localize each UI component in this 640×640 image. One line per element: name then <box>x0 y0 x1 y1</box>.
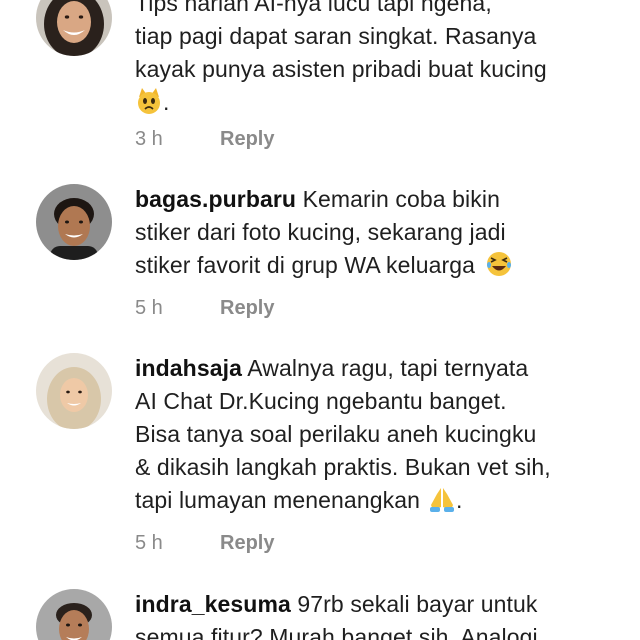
comment-text: Tips harian AI-nya lucu tapi ngena, tiap… <box>135 0 585 124</box>
comment-meta: 5 h Reply <box>135 297 274 320</box>
comment-line: semua fitur? Murah banget sih. Analogi <box>135 624 538 640</box>
comment-line-end: . <box>135 86 585 124</box>
avatar[interactable] <box>36 0 112 56</box>
comment-line-text: 97rb sekali bayar untuk <box>297 591 538 617</box>
comment-line-text: Awalnya ragu, tapi ternyata <box>247 355 529 381</box>
laughing-emoji-icon <box>485 250 513 287</box>
comments-page: Tips harian AI-nya lucu tapi ngena, tiap… <box>0 0 640 640</box>
comment-text: indra_kesuma 97rb sekali bayar untuk sem… <box>135 588 585 640</box>
comment-line: AI Chat Dr.Kucing ngebantu banget. <box>135 388 507 414</box>
reply-button[interactable]: Reply <box>220 128 274 151</box>
comment-username[interactable]: indahsaja <box>135 355 242 381</box>
comment-line: stiker favorit di grup WA keluarga <box>135 249 585 287</box>
reply-button[interactable]: Reply <box>220 532 274 555</box>
avatar[interactable] <box>36 353 112 429</box>
comment-text: bagas.purbaru Kemarin coba bikin stiker … <box>135 183 585 287</box>
comment-line: bagas.purbaru Kemarin coba bikin <box>135 183 585 216</box>
comment-line: & dikasih langkah praktis. Bukan vet sih… <box>135 454 551 480</box>
comment-trailing: . <box>455 487 463 513</box>
reply-button[interactable]: Reply <box>220 297 274 320</box>
comment-line: kayak punya asisten pribadi buat kucing <box>135 56 547 82</box>
comment-line: tiap pagi dapat saran singkat. Rasanya <box>135 23 537 49</box>
comment-meta: 3 h Reply <box>135 128 274 151</box>
comment-line: Bisa tanya soal perilaku aneh kucingku <box>135 421 537 447</box>
comment-line-text: Kemarin coba bikin <box>302 186 500 212</box>
comment-line: stiker dari foto kucing, sekarang jadi <box>135 219 506 245</box>
folded-hands-emoji-icon <box>428 485 456 522</box>
comment-line-text: stiker favorit di grup WA keluarga <box>135 252 476 278</box>
comment-username[interactable]: indra_kesuma <box>135 591 291 617</box>
avatar[interactable] <box>36 589 112 640</box>
comment-time: 3 h <box>135 128 163 150</box>
comment-line: tapi lumayan menenangkan . <box>135 484 585 522</box>
comment-trailing: . <box>163 89 170 115</box>
avatar[interactable] <box>36 184 112 260</box>
comment-line: Tips harian AI-nya lucu tapi ngena, <box>135 0 492 16</box>
comment-text: indahsaja Awalnya ragu, tapi ternyata AI… <box>135 352 585 522</box>
comment-time: 5 h <box>135 532 163 554</box>
comment-line: indra_kesuma 97rb sekali bayar untuk <box>135 588 585 621</box>
comment-line: indahsaja Awalnya ragu, tapi ternyata <box>135 352 585 385</box>
comment-meta: 5 h Reply <box>135 532 274 555</box>
comment-line-text: tapi lumayan menenangkan <box>135 487 420 513</box>
comment-username[interactable]: bagas.purbaru <box>135 186 296 212</box>
comment-time: 5 h <box>135 297 163 319</box>
cat-emoji-icon <box>135 87 163 124</box>
